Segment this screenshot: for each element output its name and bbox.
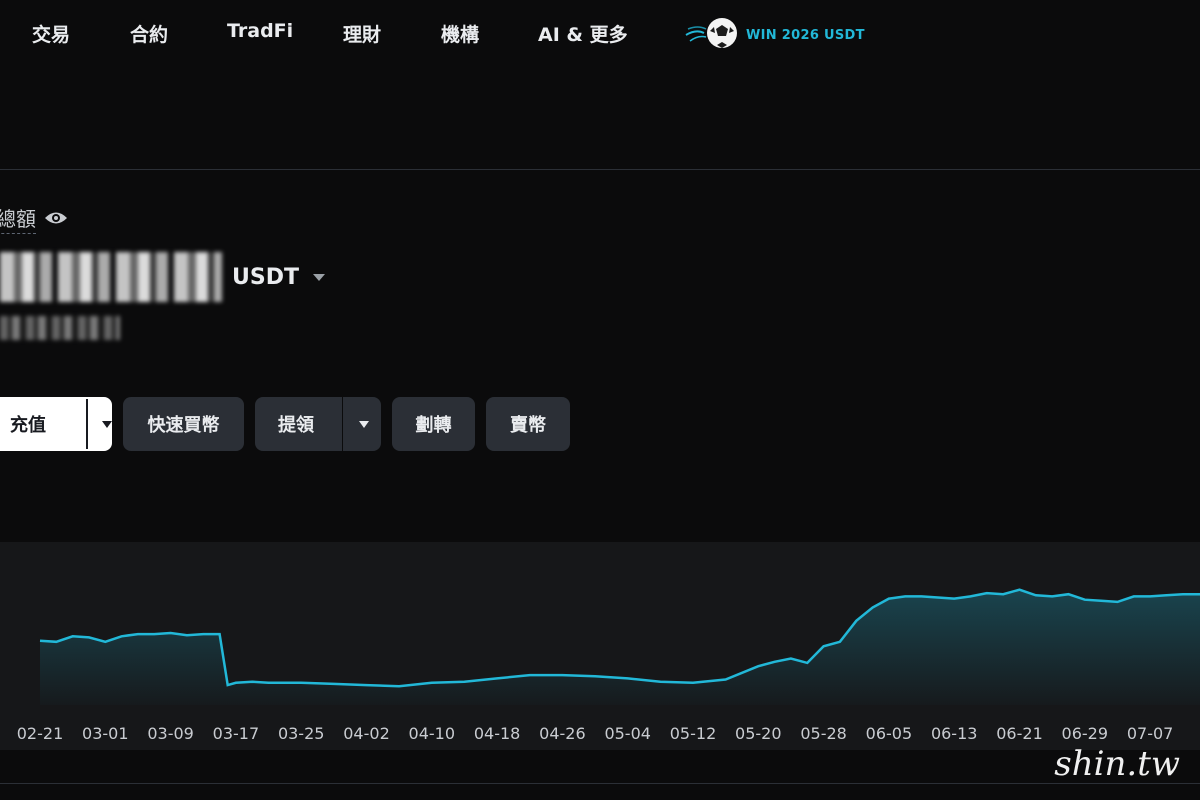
x-tick-label: 05-20 [735, 724, 782, 743]
nav-item-earn[interactable]: 理財 [343, 20, 381, 47]
balance-sub-amount-masked [0, 316, 120, 340]
balance-amount-masked [0, 252, 222, 302]
x-tick-label: 03-25 [278, 724, 325, 743]
x-tick-label: 04-18 [474, 724, 521, 743]
x-tick-label: 03-17 [213, 724, 260, 743]
soccer-ball-icon [684, 13, 740, 57]
balance-currency: USDT [232, 264, 299, 290]
x-tick-label: 06-05 [866, 724, 913, 743]
withdraw-dropdown-icon[interactable] [359, 420, 369, 428]
x-tick-label: 06-29 [1062, 724, 1109, 743]
header-divider [0, 169, 1200, 170]
balance-label: 總額 [0, 203, 68, 234]
x-tick-label: 02-21 [17, 724, 64, 743]
balance-chart-svg: 02-21 03-01 03-09 03-17 03-25 04-02 04-10 04-18… [17, 588, 1200, 743]
x-tick-label: 06-21 [996, 724, 1043, 743]
watermark-text: shin.tw [1054, 744, 1180, 784]
x-tick-label: 05-12 [670, 724, 717, 743]
withdraw-divider [342, 397, 343, 451]
deposit-dropdown-icon[interactable] [102, 420, 112, 428]
nav-item-institutional[interactable]: 機構 [441, 20, 479, 47]
balance-chart: 02-21 03-01 03-09 03-17 03-25 04-02 04-10 04-18… [0, 542, 1200, 750]
promo-text: WIN 2026 USDT [746, 27, 865, 43]
x-tick-label: 05-28 [800, 724, 847, 743]
balance-row: USDT [0, 252, 325, 302]
nav-item-tradfi[interactable]: TradFi [227, 20, 293, 42]
top-navigation: 交易 合約 TradFi 理財 機構 AI & 更多 WIN 2026 USDT [0, 0, 1200, 70]
chart-area-fill [40, 589, 1200, 705]
promo-banner[interactable]: WIN 2026 USDT [684, 14, 865, 56]
deposit-divider [86, 399, 88, 449]
x-tick-label: 03-09 [147, 724, 194, 743]
nav-item-ai-more[interactable]: AI & 更多 [538, 20, 628, 47]
deposit-button-group: 充值 [0, 397, 112, 451]
eye-icon[interactable] [44, 207, 68, 231]
deposit-button[interactable]: 充值 [0, 411, 74, 437]
x-tick-label: 04-02 [343, 724, 390, 743]
withdraw-button-group: 提領 [255, 397, 381, 451]
x-tick-label: 04-26 [539, 724, 586, 743]
footer-divider [0, 783, 1200, 784]
x-tick-label: 06-13 [931, 724, 978, 743]
x-tick-label: 04-10 [409, 724, 456, 743]
nav-item-futures[interactable]: 合約 [130, 20, 168, 47]
transfer-button[interactable]: 劃轉 [392, 397, 475, 451]
currency-dropdown-icon[interactable] [312, 273, 325, 281]
withdraw-button[interactable]: 提領 [255, 411, 336, 437]
x-tick-label: 03-01 [82, 724, 129, 743]
x-tick-label: 05-04 [604, 724, 651, 743]
balance-label-text: 總額 [0, 203, 36, 234]
sell-button[interactable]: 賣幣 [486, 397, 570, 451]
quick-buy-button[interactable]: 快速買幣 [123, 397, 244, 451]
x-tick-label: 07-07 [1127, 724, 1174, 743]
nav-item-trade[interactable]: 交易 [32, 20, 70, 47]
